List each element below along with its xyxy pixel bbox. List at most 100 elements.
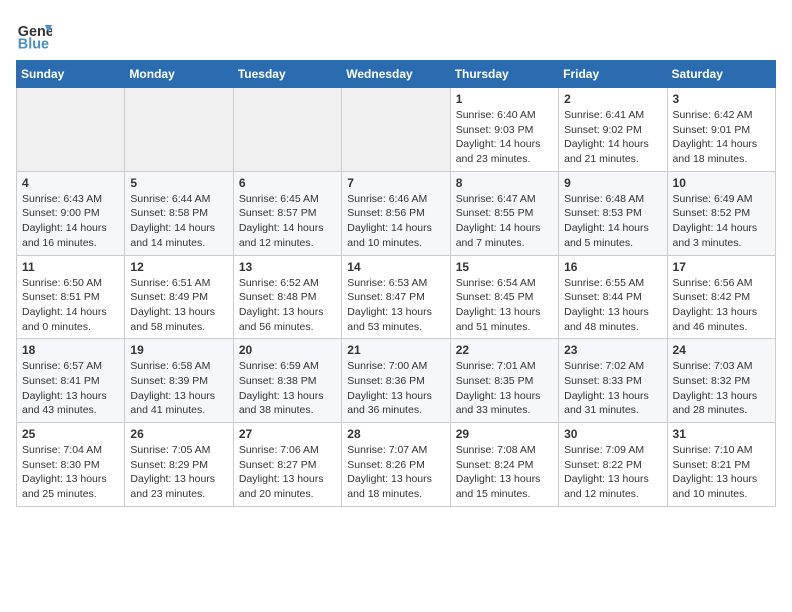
calendar-cell: 12 Sunrise: 6:51 AM Sunset: 8:49 PM Dayli… bbox=[125, 255, 233, 339]
calendar-cell: 29 Sunrise: 7:08 AM Sunset: 8:24 PM Dayli… bbox=[450, 423, 558, 507]
calendar-cell: 31 Sunrise: 7:10 AM Sunset: 8:21 PM Dayli… bbox=[667, 423, 775, 507]
day-info: Sunrise: 7:01 AM Sunset: 8:35 PM Dayligh… bbox=[456, 359, 553, 418]
day-number: 20 bbox=[239, 343, 336, 357]
day-info: Sunrise: 6:58 AM Sunset: 8:39 PM Dayligh… bbox=[130, 359, 227, 418]
day-info: Sunrise: 7:10 AM Sunset: 8:21 PM Dayligh… bbox=[673, 443, 770, 502]
day-number: 3 bbox=[673, 92, 770, 106]
day-info: Sunrise: 6:54 AM Sunset: 8:45 PM Dayligh… bbox=[456, 276, 553, 335]
day-info: Sunrise: 7:00 AM Sunset: 8:36 PM Dayligh… bbox=[347, 359, 444, 418]
day-info: Sunrise: 7:06 AM Sunset: 8:27 PM Dayligh… bbox=[239, 443, 336, 502]
day-number: 18 bbox=[22, 343, 119, 357]
day-number: 4 bbox=[22, 176, 119, 190]
day-info: Sunrise: 6:49 AM Sunset: 8:52 PM Dayligh… bbox=[673, 192, 770, 251]
calendar-cell: 8 Sunrise: 6:47 AM Sunset: 8:55 PM Daylig… bbox=[450, 171, 558, 255]
day-info: Sunrise: 6:46 AM Sunset: 8:56 PM Dayligh… bbox=[347, 192, 444, 251]
calendar-cell: 28 Sunrise: 7:07 AM Sunset: 8:26 PM Dayli… bbox=[342, 423, 450, 507]
calendar-cell: 25 Sunrise: 7:04 AM Sunset: 8:30 PM Dayli… bbox=[17, 423, 125, 507]
day-number: 28 bbox=[347, 427, 444, 441]
calendar-cell: 3 Sunrise: 6:42 AM Sunset: 9:01 PM Daylig… bbox=[667, 88, 775, 172]
calendar-cell: 13 Sunrise: 6:52 AM Sunset: 8:48 PM Dayli… bbox=[233, 255, 341, 339]
day-info: Sunrise: 6:48 AM Sunset: 8:53 PM Dayligh… bbox=[564, 192, 661, 251]
day-number: 10 bbox=[673, 176, 770, 190]
calendar-cell: 1 Sunrise: 6:40 AM Sunset: 9:03 PM Daylig… bbox=[450, 88, 558, 172]
day-number: 13 bbox=[239, 260, 336, 274]
calendar-cell: 26 Sunrise: 7:05 AM Sunset: 8:29 PM Dayli… bbox=[125, 423, 233, 507]
day-info: Sunrise: 7:09 AM Sunset: 8:22 PM Dayligh… bbox=[564, 443, 661, 502]
day-number: 31 bbox=[673, 427, 770, 441]
day-number: 1 bbox=[456, 92, 553, 106]
weekday-header-monday: Monday bbox=[125, 61, 233, 88]
calendar-cell: 11 Sunrise: 6:50 AM Sunset: 8:51 PM Dayli… bbox=[17, 255, 125, 339]
header: General Blue bbox=[16, 16, 776, 52]
day-number: 6 bbox=[239, 176, 336, 190]
day-number: 8 bbox=[456, 176, 553, 190]
weekday-header-wednesday: Wednesday bbox=[342, 61, 450, 88]
weekday-header-saturday: Saturday bbox=[667, 61, 775, 88]
day-info: Sunrise: 6:44 AM Sunset: 8:58 PM Dayligh… bbox=[130, 192, 227, 251]
logo-icon: General Blue bbox=[16, 16, 52, 52]
weekday-header-thursday: Thursday bbox=[450, 61, 558, 88]
day-number: 7 bbox=[347, 176, 444, 190]
day-number: 25 bbox=[22, 427, 119, 441]
calendar-cell: 30 Sunrise: 7:09 AM Sunset: 8:22 PM Dayli… bbox=[559, 423, 667, 507]
day-number: 15 bbox=[456, 260, 553, 274]
day-info: Sunrise: 7:08 AM Sunset: 8:24 PM Dayligh… bbox=[456, 443, 553, 502]
calendar-cell: 6 Sunrise: 6:45 AM Sunset: 8:57 PM Daylig… bbox=[233, 171, 341, 255]
day-number: 11 bbox=[22, 260, 119, 274]
calendar-cell: 4 Sunrise: 6:43 AM Sunset: 9:00 PM Daylig… bbox=[17, 171, 125, 255]
day-info: Sunrise: 6:51 AM Sunset: 8:49 PM Dayligh… bbox=[130, 276, 227, 335]
day-number: 23 bbox=[564, 343, 661, 357]
calendar-cell: 16 Sunrise: 6:55 AM Sunset: 8:44 PM Dayli… bbox=[559, 255, 667, 339]
day-info: Sunrise: 6:53 AM Sunset: 8:47 PM Dayligh… bbox=[347, 276, 444, 335]
day-number: 30 bbox=[564, 427, 661, 441]
day-number: 2 bbox=[564, 92, 661, 106]
day-number: 14 bbox=[347, 260, 444, 274]
day-number: 9 bbox=[564, 176, 661, 190]
day-number: 16 bbox=[564, 260, 661, 274]
weekday-header-tuesday: Tuesday bbox=[233, 61, 341, 88]
day-info: Sunrise: 6:45 AM Sunset: 8:57 PM Dayligh… bbox=[239, 192, 336, 251]
calendar-cell: 18Sunrise: 6:57 AM Sunset: 8:41 PM Dayli… bbox=[17, 339, 125, 423]
day-number: 5 bbox=[130, 176, 227, 190]
day-info: Sunrise: 6:55 AM Sunset: 8:44 PM Dayligh… bbox=[564, 276, 661, 335]
day-number: 17 bbox=[673, 260, 770, 274]
calendar-cell: 21 Sunrise: 7:00 AM Sunset: 8:36 PM Dayli… bbox=[342, 339, 450, 423]
day-number: 21 bbox=[347, 343, 444, 357]
svg-text:Blue: Blue bbox=[18, 36, 49, 52]
day-info: Sunrise: 7:03 AM Sunset: 8:32 PM Dayligh… bbox=[673, 359, 770, 418]
day-info: Sunrise: 7:04 AM Sunset: 8:30 PM Dayligh… bbox=[22, 443, 119, 502]
calendar-cell: 10 Sunrise: 6:49 AM Sunset: 8:52 PM Dayli… bbox=[667, 171, 775, 255]
day-number: 29 bbox=[456, 427, 553, 441]
day-info: Sunrise: 6:50 AM Sunset: 8:51 PM Dayligh… bbox=[22, 276, 119, 335]
day-number: 26 bbox=[130, 427, 227, 441]
calendar-cell: 2 Sunrise: 6:41 AM Sunset: 9:02 PM Daylig… bbox=[559, 88, 667, 172]
calendar-cell: 19 Sunrise: 6:58 AM Sunset: 8:39 PM Dayli… bbox=[125, 339, 233, 423]
day-number: 24 bbox=[673, 343, 770, 357]
day-info: Sunrise: 6:56 AM Sunset: 8:42 PM Dayligh… bbox=[673, 276, 770, 335]
day-number: 12 bbox=[130, 260, 227, 274]
calendar-cell bbox=[17, 88, 125, 172]
calendar: SundayMondayTuesdayWednesdayThursdayFrid… bbox=[16, 60, 776, 507]
day-info: Sunrise: 7:02 AM Sunset: 8:33 PM Dayligh… bbox=[564, 359, 661, 418]
day-info: Sunrise: 7:05 AM Sunset: 8:29 PM Dayligh… bbox=[130, 443, 227, 502]
day-info: Sunrise: 6:47 AM Sunset: 8:55 PM Dayligh… bbox=[456, 192, 553, 251]
day-info: Sunrise: 6:41 AM Sunset: 9:02 PM Dayligh… bbox=[564, 108, 661, 167]
calendar-cell: 20Sunrise: 6:59 AM Sunset: 8:38 PM Dayli… bbox=[233, 339, 341, 423]
calendar-cell: 14 Sunrise: 6:53 AM Sunset: 8:47 PM Dayli… bbox=[342, 255, 450, 339]
day-info: Sunrise: 6:43 AM Sunset: 9:00 PM Dayligh… bbox=[22, 192, 119, 251]
calendar-cell bbox=[233, 88, 341, 172]
calendar-cell bbox=[125, 88, 233, 172]
day-info: Sunrise: 6:40 AM Sunset: 9:03 PM Dayligh… bbox=[456, 108, 553, 167]
calendar-cell: 7 Sunrise: 6:46 AM Sunset: 8:56 PM Daylig… bbox=[342, 171, 450, 255]
day-number: 19 bbox=[130, 343, 227, 357]
calendar-cell: 9 Sunrise: 6:48 AM Sunset: 8:53 PM Daylig… bbox=[559, 171, 667, 255]
weekday-header-friday: Friday bbox=[559, 61, 667, 88]
day-info: Sunrise: 6:52 AM Sunset: 8:48 PM Dayligh… bbox=[239, 276, 336, 335]
day-info: Sunrise: 6:42 AM Sunset: 9:01 PM Dayligh… bbox=[673, 108, 770, 167]
weekday-header-sunday: Sunday bbox=[17, 61, 125, 88]
calendar-cell: 15 Sunrise: 6:54 AM Sunset: 8:45 PM Dayli… bbox=[450, 255, 558, 339]
day-info: Sunrise: 7:07 AM Sunset: 8:26 PM Dayligh… bbox=[347, 443, 444, 502]
day-number: 27 bbox=[239, 427, 336, 441]
day-number: 22 bbox=[456, 343, 553, 357]
calendar-cell: 17 Sunrise: 6:56 AM Sunset: 8:42 PM Dayli… bbox=[667, 255, 775, 339]
